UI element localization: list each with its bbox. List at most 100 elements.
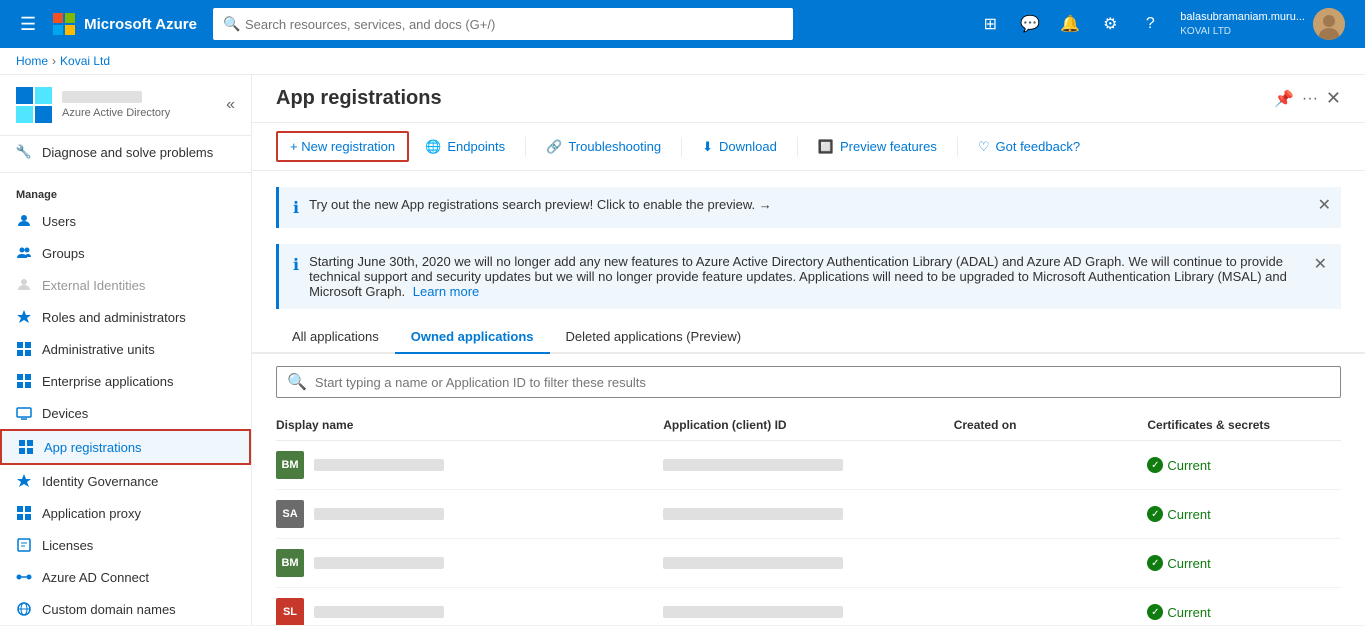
sidebar-item-roles[interactable]: Roles and administrators <box>0 301 251 333</box>
app-id-placeholder-4 <box>663 606 843 618</box>
breadcrumb-tenant[interactable]: Kovai Ltd <box>60 54 110 68</box>
devices-label: Devices <box>42 406 88 421</box>
troubleshooting-button[interactable]: 🔗 Troubleshooting <box>534 133 673 161</box>
table-row[interactable]: BM ✓ Current <box>276 539 1341 588</box>
breadcrumb-home[interactable]: Home <box>16 54 48 68</box>
admin-units-label: Administrative units <box>42 342 155 357</box>
top-navigation: ☰ Microsoft Azure 🔍 ⊞ 💬 🔔 ⚙ ? balasubram… <box>0 0 1365 48</box>
banner2-close[interactable]: ✕ <box>1314 254 1327 274</box>
app-badge-1: BM <box>276 451 304 479</box>
notifications-icon-btn[interactable]: 🔔 <box>1052 6 1088 42</box>
banner2-text-block: Starting June 30th, 2020 we will no long… <box>309 254 1304 299</box>
app-badge-4: SL <box>276 598 304 625</box>
tabs-row: All applications Owned applications Dele… <box>252 321 1365 354</box>
app-id-cell-2 <box>663 508 953 520</box>
feedback-button[interactable]: ♡ Got feedback? <box>966 133 1092 161</box>
sidebar-org-name <box>62 91 142 103</box>
table-header: Display name Application (client) ID Cre… <box>276 410 1341 441</box>
table-search-bar: 🔍 <box>276 366 1341 398</box>
table-search-icon: 🔍 <box>287 372 307 392</box>
app-reg-label: App registrations <box>44 440 142 455</box>
app-name-placeholder-2 <box>314 508 444 520</box>
hamburger-menu[interactable]: ☰ <box>12 10 44 39</box>
more-options-icon[interactable]: ··· <box>1302 90 1318 108</box>
licenses-icon <box>16 537 32 553</box>
search-input[interactable] <box>213 8 793 40</box>
sidebar-item-identity-governance[interactable]: Identity Governance <box>0 465 251 497</box>
app-certs-cell-4: ✓ Current <box>1147 604 1341 620</box>
app-reg-icon <box>18 439 34 455</box>
sidebar-header: Azure Active Directory « <box>0 75 251 136</box>
app-name-cell-3: BM <box>276 549 663 577</box>
breadcrumb: Home › Kovai Ltd <box>0 48 1365 75</box>
toolbar: + New registration 🌐 Endpoints 🔗 Trouble… <box>252 123 1365 171</box>
troubleshoot-icon: 🔗 <box>546 139 562 155</box>
cert-status-1: ✓ Current <box>1147 457 1210 473</box>
download-label: Download <box>719 139 777 154</box>
app-id-cell-1 <box>663 459 953 471</box>
sidebar-item-licenses[interactable]: Licenses <box>0 529 251 561</box>
sidebar-item-admin-units[interactable]: Administrative units <box>0 333 251 365</box>
feedback-icon-btn[interactable]: 💬 <box>1012 6 1048 42</box>
app-id-placeholder-3 <box>663 557 843 569</box>
cert-label-2: Current <box>1167 507 1210 522</box>
col-header-created: Created on <box>954 418 1148 432</box>
search-wrapper: 🔍 <box>213 8 793 40</box>
cert-status-2: ✓ Current <box>1147 506 1210 522</box>
table-row[interactable]: BM ✓ Current <box>276 441 1341 490</box>
page-title: App registrations <box>276 87 442 110</box>
sidebar-item-devices[interactable]: Devices <box>0 397 251 429</box>
info-banner-2: ℹ Starting June 30th, 2020 we will no lo… <box>276 244 1341 309</box>
connect-label: Azure AD Connect <box>42 570 149 585</box>
learn-more-link[interactable]: Learn more <box>413 284 479 299</box>
manage-section-label: Manage <box>0 177 251 205</box>
groups-label: Groups <box>42 246 85 261</box>
check-icon-3: ✓ <box>1147 555 1163 571</box>
tab-all-applications[interactable]: All applications <box>276 321 395 354</box>
sidebar: Azure Active Directory « 🔧 Diagnose and … <box>0 75 252 625</box>
preview-icon: 🔲 <box>818 139 834 155</box>
sidebar-collapse-btn[interactable]: « <box>226 96 235 114</box>
table-row[interactable]: SL ✓ Current <box>276 588 1341 625</box>
banner1-text[interactable]: Try out the new App registrations search… <box>309 197 772 212</box>
sidebar-subtitle: Azure Active Directory <box>62 107 216 119</box>
close-panel-icon[interactable]: ✕ <box>1326 88 1341 109</box>
col-header-certs: Certificates & secrets <box>1147 418 1341 432</box>
connect-icon <box>16 569 32 585</box>
download-button[interactable]: ⬇ Download <box>690 133 789 161</box>
app-name-placeholder-1 <box>314 459 444 471</box>
portal-icon-btn[interactable]: ⊞ <box>972 6 1008 42</box>
preview-features-button[interactable]: 🔲 Preview features <box>806 133 949 161</box>
table-search-input[interactable] <box>315 375 1330 390</box>
table-row[interactable]: SA ✓ Current <box>276 490 1341 539</box>
sidebar-item-external-identities[interactable]: External Identities <box>0 269 251 301</box>
devices-icon <box>16 405 32 421</box>
sidebar-item-groups[interactable]: Groups <box>0 237 251 269</box>
sidebar-item-app-proxy[interactable]: Application proxy <box>0 497 251 529</box>
tab-owned-applications[interactable]: Owned applications <box>395 321 550 354</box>
enterprise-apps-label: Enterprise applications <box>42 374 174 389</box>
users-label: Users <box>42 214 76 229</box>
sidebar-item-custom-domains[interactable]: Custom domain names <box>0 593 251 625</box>
tab-deleted-applications[interactable]: Deleted applications (Preview) <box>550 321 758 354</box>
banner1-close[interactable]: ✕ <box>1318 195 1331 215</box>
app-proxy-label: Application proxy <box>42 506 141 521</box>
sidebar-item-app-registrations[interactable]: App registrations <box>0 429 251 465</box>
app-name: Microsoft Azure <box>84 16 197 33</box>
endpoints-button[interactable]: 🌐 Endpoints <box>413 133 517 161</box>
pin-icon[interactable]: 📌 <box>1274 89 1294 109</box>
new-registration-button[interactable]: + New registration <box>276 131 409 162</box>
feedback-label: Got feedback? <box>996 139 1081 154</box>
sidebar-item-users[interactable]: Users <box>0 205 251 237</box>
sidebar-item-azure-ad-connect[interactable]: Azure AD Connect <box>0 561 251 593</box>
banner2-content: ℹ Starting June 30th, 2020 we will no lo… <box>293 254 1327 299</box>
domains-icon <box>16 601 32 617</box>
user-menu[interactable]: balasubramaniam.muru... KOVAI LTD <box>1172 4 1353 44</box>
help-icon-btn[interactable]: ? <box>1132 6 1168 42</box>
sidebar-item-enterprise-apps[interactable]: Enterprise applications <box>0 365 251 397</box>
sidebar-item-diagnose[interactable]: 🔧 Diagnose and solve problems <box>0 136 251 168</box>
settings-icon-btn[interactable]: ⚙ <box>1092 6 1128 42</box>
sidebar-divider-1 <box>0 172 251 173</box>
user-org: KOVAI LTD <box>1180 25 1305 38</box>
app-name-cell-1: BM <box>276 451 663 479</box>
